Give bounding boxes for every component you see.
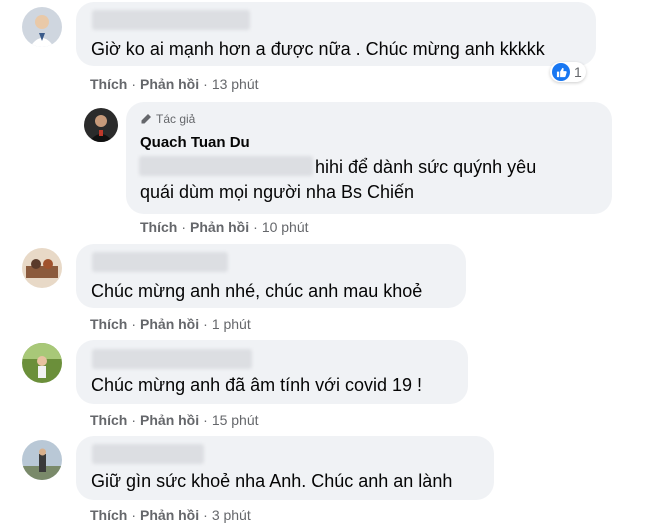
separator: · [131,507,137,523]
reaction-count[interactable]: 1 [550,62,586,82]
like-button[interactable]: Thích [90,316,127,332]
separator: · [203,76,208,92]
author-avatar[interactable] [84,108,118,142]
timestamp[interactable]: 13 phút [212,76,259,92]
reply-text-line2: quái dùm mọi người nha Bs Chiến [140,182,414,202]
commenter-avatar[interactable] [22,343,62,383]
timestamp[interactable]: 15 phút [212,412,259,428]
comment-actions: Thích · Phản hồi · 15 phút [90,412,259,428]
comment-actions: Thích · Phản hồi · 13 phút [90,76,259,92]
reply-button[interactable]: Phản hồi [140,76,199,92]
commenter-name[interactable] [92,444,204,464]
commenter-name[interactable] [92,252,228,272]
reply-button[interactable]: Phản hồi [140,412,199,428]
comment-text: Chúc mừng anh nhé, chúc anh mau khoẻ [91,281,423,301]
reply-button[interactable]: Phản hồi [190,219,249,235]
commenter-avatar[interactable] [22,7,62,47]
separator: · [203,507,208,523]
like-button[interactable]: Thích [90,76,127,92]
separator: · [131,76,137,92]
author-badge: Tác giả [140,112,195,126]
separator: · [203,316,208,332]
comment-actions: Thích · Phản hồi · 3 phút [90,507,251,523]
reply-button[interactable]: Phản hồi [140,316,199,332]
commenter-name[interactable] [92,349,252,369]
separator: · [253,219,258,235]
commenter-name[interactable] [92,10,250,30]
like-button[interactable]: Thích [90,412,127,428]
comment-text: Giữ gìn sức khoẻ nha Anh. Chúc anh an là… [91,471,453,491]
commenter-avatar[interactable] [22,248,62,288]
separator: · [203,412,208,428]
author-badge-label: Tác giả [156,112,196,126]
author-name[interactable]: Quach Tuan Du [140,134,250,151]
comment-actions: Thích · Phản hồi · 1 phút [90,316,251,332]
reaction-count-label: 1 [574,64,582,80]
pen-icon [141,114,151,124]
timestamp[interactable]: 1 phút [212,316,251,332]
comment-text: Chúc mừng anh đã âm tính với covid 19 ! [91,375,423,395]
separator: · [131,412,137,428]
mentioned-name[interactable] [139,156,313,176]
reply-text-line1: hihi để dành sức quýnh yêu [315,157,537,177]
commenter-avatar[interactable] [22,440,62,480]
reply-button[interactable]: Phản hồi [140,507,199,523]
like-button[interactable]: Thích [90,507,127,523]
reply-actions: Thích · Phản hồi · 10 phút [140,219,309,235]
like-button[interactable]: Thích [140,219,177,235]
like-icon [552,63,570,81]
separator: · [131,316,137,332]
timestamp[interactable]: 3 phút [212,507,251,523]
comment-text: Giờ ko ai mạnh hơn a được nữa . Chúc mừn… [91,39,545,59]
timestamp[interactable]: 10 phút [262,219,309,235]
separator: · [181,219,187,235]
